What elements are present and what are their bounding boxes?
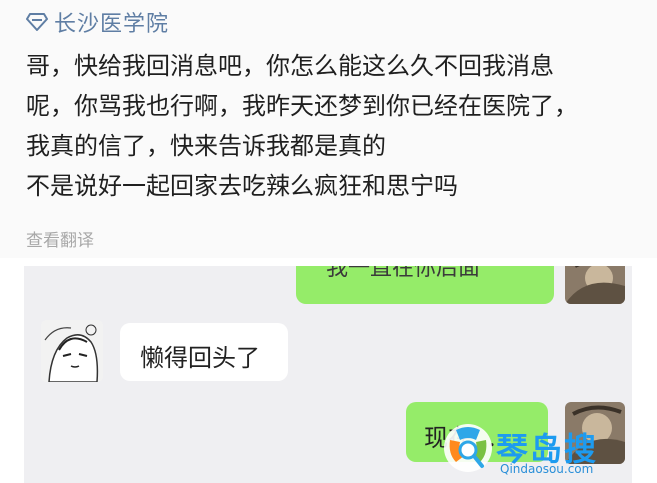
post-card: 长沙医学院 哥，快给我回消息吧，你怎么能这么久不回我消息 呢，你骂我也行啊，我昨… (0, 0, 657, 258)
divider (0, 258, 657, 266)
post-line: 我真的信了，快来告诉我都是真的 (26, 132, 386, 160)
location-label[interactable]: 长沙医学院 (54, 6, 169, 38)
location-diamond-icon (26, 12, 48, 32)
post-body: 哥，快给我回消息吧，你怎么能这么久不回我消息 呢，你骂我也行啊，我昨天还梦到你已… (26, 46, 641, 206)
watermark: 琴岛搜 Qindaosou.com (440, 418, 650, 478)
chat-message-text: 我一直在你后面 (326, 266, 481, 281)
post-line: 不是说好一起回家去吃辣么疯狂和思宁吗 (26, 172, 458, 200)
location-tag[interactable]: 长沙医学院 (26, 6, 169, 38)
chat-bubble-outgoing: 我一直在你后面 (296, 266, 554, 304)
chat-bubble-incoming: 懒得回头了 (120, 323, 288, 381)
avatar-self (565, 266, 625, 304)
watermark-domain: Qindaosou.com (500, 462, 594, 476)
see-translation-link[interactable]: 查看翻译 (26, 226, 94, 251)
chat-message-text: 懒得回头了 (140, 344, 260, 372)
avatar-contact (41, 320, 103, 382)
post-line: 呢，你骂我也行啊，我昨天还梦到你已经在医院了， (26, 92, 578, 120)
post-line: 哥，快给我回消息吧，你怎么能这么久不回我消息 (26, 52, 554, 80)
